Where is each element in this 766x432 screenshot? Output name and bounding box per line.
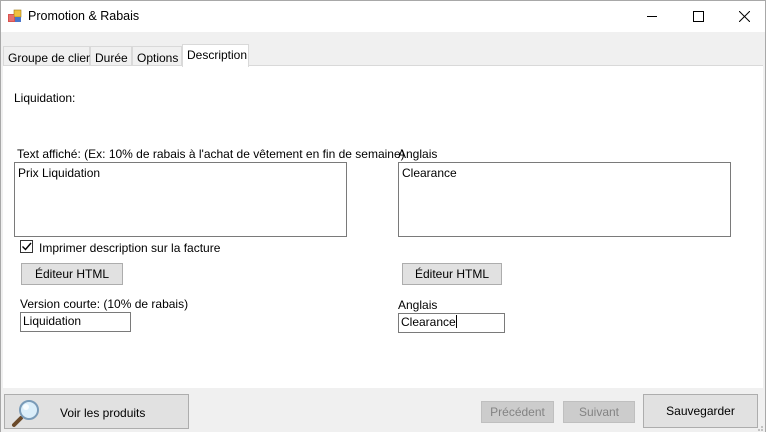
- maximize-button[interactable]: [675, 1, 721, 32]
- short-english-value: Clearance: [401, 315, 456, 329]
- tab-duree[interactable]: Durée: [90, 46, 132, 66]
- html-editor-button[interactable]: Éditeur HTML: [21, 263, 123, 285]
- magnifier-icon: [12, 400, 39, 427]
- save-button[interactable]: Sauvegarder: [643, 394, 758, 428]
- close-icon: [738, 11, 750, 22]
- english-text-area[interactable]: Clearance: [398, 162, 731, 237]
- window-title: Promotion & Rabais: [28, 9, 140, 23]
- tab-groupe-de-client[interactable]: Groupe de client: [3, 46, 96, 66]
- short-english-input[interactable]: Clearance: [398, 313, 505, 333]
- view-products-label: Voir les produits: [60, 406, 146, 420]
- resize-grip-icon[interactable]: [754, 422, 764, 432]
- previous-button[interactable]: Précédent: [481, 401, 554, 423]
- minimize-icon: [646, 16, 657, 17]
- title-bar[interactable]: Promotion & Rabais: [1, 1, 765, 32]
- description-panel: Liquidation: Text affiché: (Ex: 10% de r…: [3, 65, 763, 388]
- short-english-label: Anglais: [398, 298, 438, 312]
- short-version-input[interactable]: Liquidation: [20, 312, 131, 332]
- maximize-icon: [692, 11, 704, 22]
- tab-description[interactable]: Description: [182, 44, 249, 67]
- tab-options[interactable]: Options: [132, 46, 182, 66]
- view-products-button[interactable]: Voir les produits: [4, 394, 189, 429]
- description-heading: Liquidation:: [14, 91, 76, 105]
- print-description-checkbox[interactable]: [20, 240, 33, 253]
- close-button[interactable]: [721, 1, 766, 32]
- promotion-window: Promotion & Rabais Groupe de client Duré…: [0, 0, 766, 432]
- print-description-label: Imprimer description sur la facture: [39, 241, 221, 255]
- footer-bar: Voir les produits Précédent Suivant Sauv…: [1, 388, 765, 432]
- display-text-label: Text affiché: (Ex: 10% de rabais à l'ach…: [17, 147, 405, 161]
- app-icon: [8, 9, 22, 22]
- display-text-area[interactable]: Prix Liquidation: [14, 162, 347, 237]
- next-button[interactable]: Suivant: [563, 401, 635, 423]
- html-editor-en-button[interactable]: Éditeur HTML: [402, 263, 502, 285]
- english-label: Anglais: [398, 147, 438, 161]
- minimize-button[interactable]: [629, 1, 675, 32]
- short-version-label: Version courte: (10% de rabais): [20, 297, 189, 311]
- checkmark-icon: [22, 242, 32, 251]
- text-caret: [455, 315, 457, 328]
